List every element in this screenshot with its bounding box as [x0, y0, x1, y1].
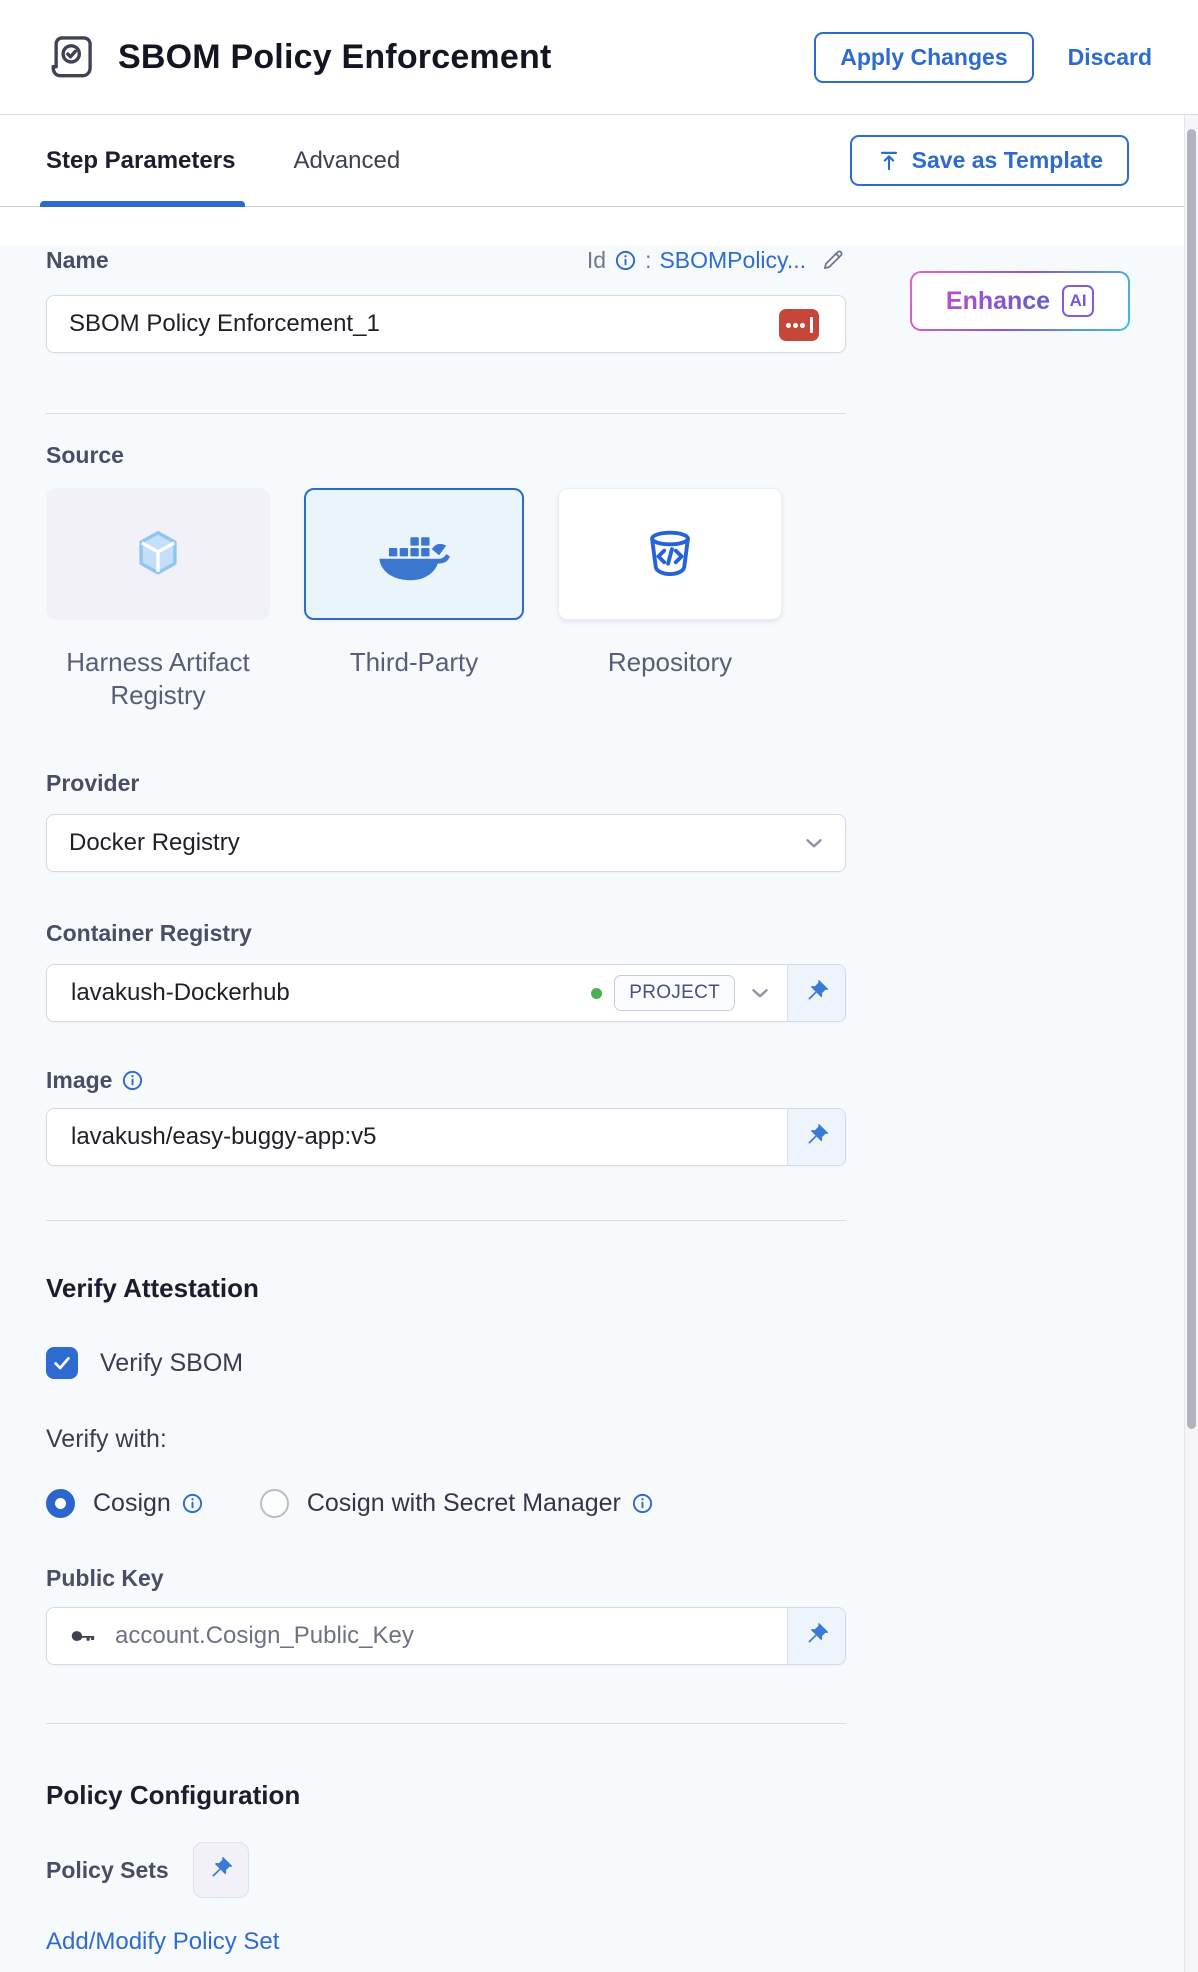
id-colon: : — [645, 247, 651, 274]
info-icon[interactable] — [121, 1069, 144, 1092]
container-registry-label: Container Registry — [46, 920, 846, 948]
image-field — [46, 1108, 846, 1166]
id-label: Id — [587, 247, 606, 274]
add-modify-policy-set-link[interactable]: Add/Modify Policy Set — [46, 1928, 846, 1956]
verify-method-radio-group: Cosign Cosign with Secret Manager — [46, 1487, 846, 1519]
provider-label: Provider — [46, 770, 846, 798]
image-input[interactable] — [69, 1122, 773, 1152]
upload-icon — [876, 148, 902, 174]
image-label: Image — [46, 1067, 112, 1094]
vertical-scrollbar — [1184, 115, 1198, 1972]
name-row: Name Id : SBOMPolicy... — [46, 245, 846, 275]
step-id-value[interactable]: SBOMPolicy... — [659, 247, 806, 274]
panel-header: SBOM Policy Enforcement Apply Changes Di… — [0, 0, 1198, 115]
source-cards — [46, 488, 846, 620]
save-as-template-button[interactable]: Save as Template — [850, 135, 1129, 186]
divider — [46, 1220, 846, 1221]
source-option-label: Third-Party — [304, 646, 524, 712]
source-card-harness-artifact-registry[interactable] — [46, 488, 270, 620]
image-label-row: Image — [46, 1066, 846, 1094]
source-option-label: Harness Artifact Registry — [46, 646, 270, 712]
policy-sets-pin-button[interactable] — [193, 1842, 249, 1898]
pin-input-type-button[interactable] — [787, 1608, 845, 1664]
policy-sets-row: Policy Sets — [46, 1842, 846, 1898]
public-key-field: account.Cosign_Public_Key — [46, 1607, 846, 1665]
verify-sbom-checkbox[interactable] — [46, 1347, 78, 1379]
info-icon[interactable] — [614, 249, 637, 272]
scope-badge[interactable]: PROJECT — [614, 975, 735, 1011]
pin-icon — [207, 1856, 235, 1884]
header-title-group: SBOM Policy Enforcement — [46, 30, 814, 84]
verify-with-label: Verify with: — [46, 1425, 846, 1455]
policy-configuration-heading: Policy Configuration — [46, 1780, 846, 1812]
source-option-label: Repository — [558, 646, 782, 712]
provider-value: Docker Registry — [69, 829, 801, 857]
chevron-down-icon[interactable] — [747, 980, 773, 1006]
connector-status-dot — [591, 988, 602, 999]
apply-changes-button[interactable]: Apply Changes — [814, 32, 1033, 83]
info-icon[interactable] — [631, 1492, 654, 1515]
page-title: SBOM Policy Enforcement — [118, 38, 551, 77]
pin-input-type-button[interactable] — [787, 1109, 845, 1165]
discard-button[interactable]: Discard — [1068, 44, 1152, 71]
edit-id-icon[interactable] — [820, 247, 846, 273]
chevron-down-icon — [801, 830, 827, 856]
source-card-labels: Harness Artifact Registry Third-Party Re… — [46, 646, 846, 712]
public-key-label: Public Key — [46, 1565, 846, 1593]
divider — [46, 1723, 846, 1724]
sbom-step-panel: SBOM Policy Enforcement Apply Changes Di… — [0, 0, 1198, 1972]
key-icon — [69, 1621, 99, 1651]
info-icon[interactable] — [181, 1492, 204, 1515]
radio-cosign-secret-manager[interactable] — [260, 1489, 289, 1518]
name-label: Name — [46, 247, 109, 274]
radio-cosign[interactable] — [46, 1489, 75, 1518]
source-card-third-party[interactable] — [304, 488, 524, 620]
verify-sbom-row: Verify SBOM — [46, 1345, 846, 1381]
verify-sbom-label: Verify SBOM — [100, 1349, 243, 1378]
enhance-label: Enhance — [946, 287, 1050, 316]
docker-whale-icon — [377, 526, 451, 582]
id-cluster: Id : SBOMPolicy... — [587, 247, 846, 274]
cube-icon — [129, 525, 187, 583]
code-bucket-icon — [641, 525, 699, 583]
image-field-main — [47, 1109, 787, 1165]
scrollbar-thumb[interactable] — [1187, 129, 1196, 1429]
divider — [46, 413, 846, 414]
verify-attestation-heading: Verify Attestation — [46, 1273, 846, 1305]
container-registry-field: PROJECT — [46, 964, 846, 1022]
source-card-repository[interactable] — [558, 488, 782, 620]
tab-step-parameters[interactable]: Step Parameters — [46, 147, 235, 175]
step-parameters-panel: Enhance AI Name Id : SBOMPolicy... — [0, 245, 1184, 1972]
form-column: Name Id : SBOMPolicy... — [0, 245, 846, 1956]
enhance-ai-button[interactable]: Enhance AI — [910, 271, 1130, 331]
container-registry-main: PROJECT — [47, 965, 787, 1021]
tab-advanced[interactable]: Advanced — [293, 147, 400, 175]
provider-select[interactable]: Docker Registry — [46, 814, 846, 872]
radio-cosign-secret-manager-label: Cosign with Secret Manager — [307, 1489, 621, 1518]
pin-icon — [803, 1123, 831, 1151]
name-input-shell — [46, 295, 846, 353]
name-input[interactable] — [47, 296, 845, 352]
pin-input-type-button[interactable] — [787, 965, 845, 1021]
active-tab-underline — [40, 201, 245, 207]
scroll-check-icon — [46, 30, 100, 84]
public-key-main[interactable]: account.Cosign_Public_Key — [47, 1608, 787, 1664]
fixed-value-icon[interactable] — [779, 309, 819, 341]
check-icon — [51, 1352, 73, 1374]
save-as-template-label: Save as Template — [912, 147, 1103, 174]
policy-sets-label: Policy Sets — [46, 1857, 169, 1884]
source-label: Source — [46, 442, 846, 470]
radio-cosign-label: Cosign — [93, 1489, 171, 1518]
public-key-value: account.Cosign_Public_Key — [115, 1622, 773, 1650]
ai-badge-icon: AI — [1062, 285, 1094, 317]
container-registry-input[interactable] — [69, 978, 579, 1008]
tab-bar: Step Parameters Advanced Save as Templat… — [0, 115, 1198, 207]
pin-icon — [803, 979, 831, 1007]
pin-icon — [803, 1622, 831, 1650]
